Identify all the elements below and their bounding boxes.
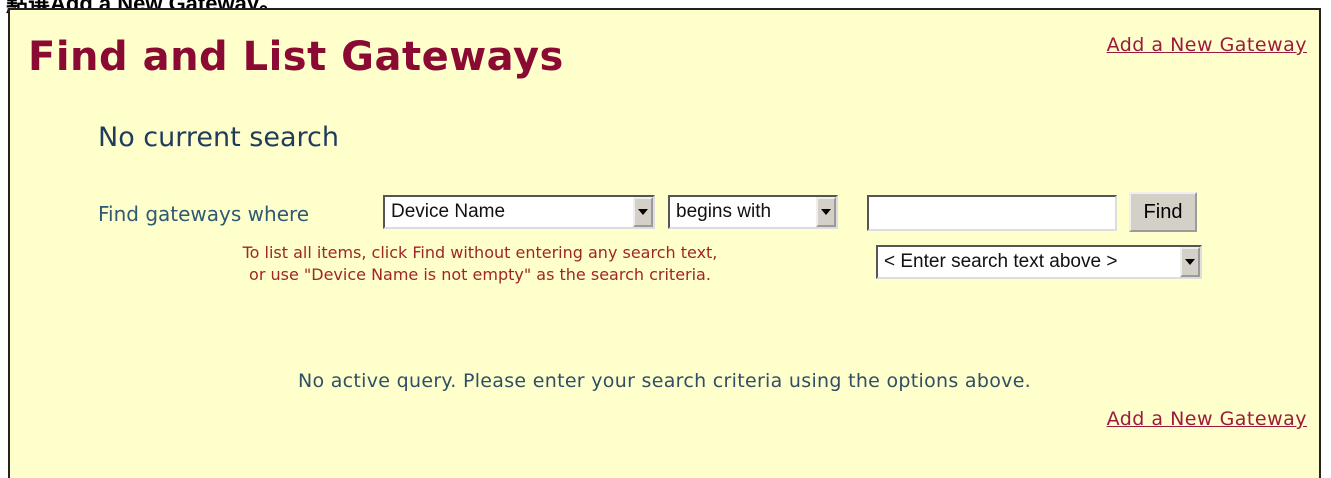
search-field-select[interactable]: Device Name [383,195,655,229]
query-status-message: No active query. Please enter your searc… [297,370,1032,392]
search-operator-value: begins with [676,201,772,222]
chevron-down-icon[interactable] [816,197,836,227]
search-help-line-2: or use "Device Name is not empty" as the… [249,265,711,284]
add-gateway-link-bottom[interactable]: Add a New Gateway [1107,408,1307,430]
add-gateway-link-top[interactable]: Add a New Gateway [1107,34,1307,56]
search-text-hint-select[interactable]: < Enter search text above > [876,245,1202,279]
page-title: Find and List Gateways [28,34,564,80]
search-status-heading: No current search [98,122,339,153]
chevron-down-icon[interactable] [1180,247,1200,277]
gateway-search-panel: Find and List Gateways Add a New Gateway… [8,8,1321,478]
chevron-down-icon[interactable] [633,197,653,227]
find-gateways-label: Find gateways where [98,202,310,226]
search-field-value: Device Name [391,201,506,222]
search-text-hint-value: < Enter search text above > [884,251,1118,272]
search-text-input[interactable] [867,195,1117,231]
find-button[interactable]: Find [1129,192,1197,232]
search-operator-select[interactable]: begins with [668,195,838,229]
search-help-line-1: To list all items, click Find without en… [242,243,718,262]
search-help-text: To list all items, click Find without en… [170,242,790,286]
